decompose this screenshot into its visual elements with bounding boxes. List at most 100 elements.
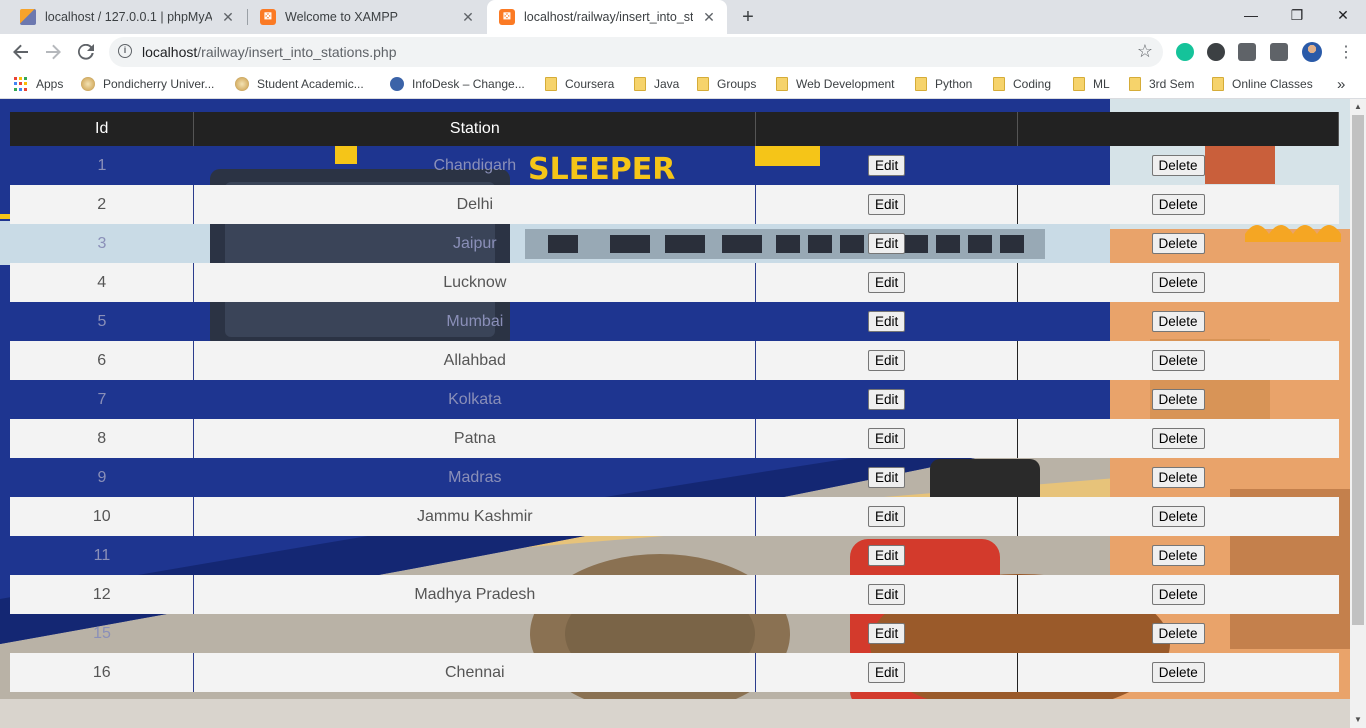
minimize-button[interactable]: —: [1228, 0, 1274, 30]
station-name-cell: Allahbad: [193, 341, 757, 380]
url-text[interactable]: localhost/railway/insert_into_stations.p…: [142, 44, 397, 60]
close-icon[interactable]: ✕: [218, 7, 238, 27]
scroll-down-icon[interactable]: ▼: [1350, 712, 1366, 728]
delete-button[interactable]: Delete: [1151, 155, 1205, 176]
folder-icon: [634, 77, 646, 91]
delete-button[interactable]: Delete: [1151, 389, 1205, 410]
edit-cell: Edit: [756, 536, 1018, 575]
close-icon[interactable]: ✕: [699, 7, 719, 27]
bookmark-pondicherry[interactable]: Pondicherry Univer...: [81, 70, 214, 98]
bookmark-folder-coursera[interactable]: Coursera: [545, 70, 614, 98]
bookmark-folder-3rd-sem[interactable]: 3rd Sem: [1129, 70, 1194, 98]
shield-icon[interactable]: [1238, 43, 1256, 61]
bookmark-folder-web-development[interactable]: Web Development: [776, 70, 895, 98]
avatar[interactable]: [1302, 42, 1322, 62]
info-icon[interactable]: i: [118, 44, 132, 58]
bookmark-infodesk[interactable]: InfoDesk – Change...: [390, 70, 525, 98]
delete-cell: Delete: [1017, 341, 1339, 380]
bookmark-folder-groups[interactable]: Groups: [697, 70, 756, 98]
station-name-cell: Chennai: [193, 653, 757, 692]
bookmark-folder-coding[interactable]: Coding: [993, 70, 1051, 98]
edit-button[interactable]: Edit: [868, 623, 906, 644]
maximize-button[interactable]: ❐: [1274, 0, 1320, 30]
delete-cell: Delete: [1017, 497, 1339, 536]
edit-button[interactable]: Edit: [868, 350, 906, 371]
grammarly-icon[interactable]: [1176, 43, 1194, 61]
station-id-cell: 8: [10, 419, 195, 458]
delete-button[interactable]: Delete: [1151, 506, 1205, 527]
edit-button[interactable]: Edit: [868, 272, 906, 293]
edit-cell: Edit: [756, 614, 1018, 653]
reload-button[interactable]: [72, 38, 100, 66]
delete-button[interactable]: Delete: [1151, 272, 1205, 293]
edit-button[interactable]: Edit: [868, 389, 906, 410]
bookmark-student-academic[interactable]: Student Academic...: [235, 70, 364, 98]
bookmarks-bar: Apps Pondicherry Univer... Student Acade…: [0, 70, 1366, 99]
tab-railway-active[interactable]: ⊠ localhost/railway/insert_into_stations…: [487, 0, 727, 34]
arrow-right-icon: [46, 44, 61, 60]
delete-button[interactable]: Delete: [1151, 233, 1205, 254]
edit-button[interactable]: Edit: [868, 155, 906, 176]
delete-button[interactable]: Delete: [1151, 428, 1205, 449]
edit-cell: Edit: [755, 341, 1019, 380]
station-name-cell: Delhi: [193, 185, 757, 224]
puzzle-icon[interactable]: [1270, 43, 1288, 61]
edit-cell: Edit: [756, 146, 1018, 185]
delete-button[interactable]: Delete: [1151, 584, 1205, 605]
delete-button[interactable]: Delete: [1151, 545, 1205, 566]
delete-button[interactable]: Delete: [1151, 350, 1205, 371]
edit-button[interactable]: Edit: [868, 662, 906, 683]
scrollbar-thumb[interactable]: [1352, 115, 1364, 625]
station-id-cell: 3: [97, 234, 107, 252]
edit-button[interactable]: Edit: [868, 233, 906, 254]
bookmark-folder-python[interactable]: Python: [915, 70, 972, 98]
extension-icon[interactable]: [1207, 43, 1225, 61]
edit-button[interactable]: Edit: [868, 545, 906, 566]
station-name-cell: Lucknow: [193, 263, 757, 302]
edit-button[interactable]: Edit: [868, 584, 906, 605]
bookmark-folder-java[interactable]: Java: [634, 70, 679, 98]
bookmark-folder-ml[interactable]: ML: [1073, 70, 1110, 98]
vertical-scrollbar[interactable]: ▲ ▼: [1350, 99, 1366, 728]
forward-button[interactable]: [39, 38, 67, 66]
folder-icon: [993, 77, 1005, 91]
edit-button[interactable]: Edit: [868, 311, 906, 332]
tab-title: Welcome to XAMPP: [285, 10, 399, 24]
edit-button[interactable]: Edit: [868, 428, 906, 449]
edit-button[interactable]: Edit: [868, 467, 906, 488]
delete-button[interactable]: Delete: [1151, 194, 1205, 215]
new-tab-button[interactable]: +: [737, 6, 759, 28]
edit-cell: Edit: [756, 458, 1018, 497]
station-name-cell: Mumbai: [446, 312, 504, 330]
delete-button[interactable]: Delete: [1151, 311, 1205, 332]
stations-table: Id Station 1 Chandigarh Edit Delete 2 Delhi Ed…: [10, 112, 1339, 692]
scroll-up-icon[interactable]: ▲: [1350, 99, 1366, 115]
close-window-button[interactable]: ✕: [1320, 0, 1366, 30]
bookmark-apps[interactable]: Apps: [14, 70, 63, 98]
table-row: 6 Allahbad Edit Delete: [10, 341, 1339, 380]
xampp-icon: ⊠: [499, 9, 515, 25]
folder-icon: [1212, 77, 1224, 91]
tab-phpmyadmin[interactable]: localhost / 127.0.0.1 | phpMyAdmin ✕: [0, 0, 246, 34]
delete-button[interactable]: Delete: [1151, 662, 1205, 683]
delete-button[interactable]: Delete: [1151, 467, 1205, 488]
menu-button[interactable]: ⋮: [1332, 38, 1360, 66]
folder-icon: [1073, 77, 1085, 91]
edit-cell: Edit: [756, 380, 1018, 419]
address-bar[interactable]: i localhost/railway/insert_into_stations…: [109, 37, 1163, 67]
edit-button[interactable]: Edit: [868, 194, 906, 215]
back-button[interactable]: [7, 38, 35, 66]
edit-cell: Edit: [755, 263, 1019, 302]
close-icon[interactable]: ✕: [458, 7, 478, 27]
edit-cell: Edit: [756, 224, 1018, 263]
tab-xampp[interactable]: ⊠ Welcome to XAMPP ✕: [240, 0, 486, 34]
edit-button[interactable]: Edit: [868, 506, 906, 527]
bookmark-folder-online-classes[interactable]: Online Classes: [1212, 70, 1313, 98]
bookmark-star-icon[interactable]: ☆: [1137, 41, 1153, 62]
station-id-cell: 4: [10, 263, 195, 302]
station-id-cell: 1: [97, 156, 107, 174]
bookmarks-overflow-button[interactable]: »: [1337, 70, 1345, 98]
delete-cell: Delete: [1018, 536, 1339, 575]
delete-button[interactable]: Delete: [1151, 623, 1205, 644]
edit-cell: Edit: [755, 653, 1019, 692]
